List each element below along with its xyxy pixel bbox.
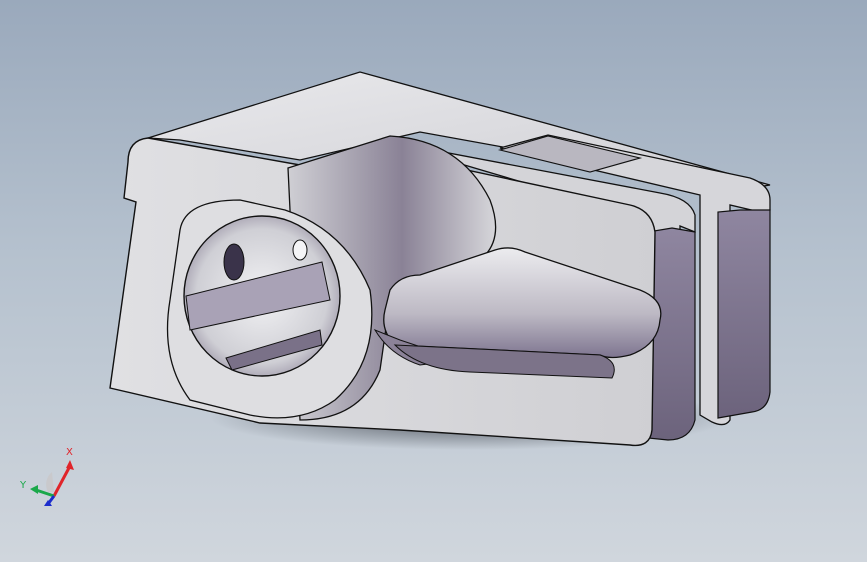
rear-fin-side <box>717 209 771 419</box>
cross-hole-left <box>223 243 245 281</box>
y-axis-arrowhead <box>30 485 38 494</box>
x-axis-arrow <box>52 465 72 497</box>
reference-triad: X Y <box>19 447 74 506</box>
cad-graphics-viewport[interactable]: X Y <box>0 0 867 562</box>
triad-sphere <box>46 472 54 492</box>
y-axis-label: Y <box>19 480 27 491</box>
3d-part-model[interactable] <box>0 0 867 562</box>
x-axis-label: X <box>66 447 73 458</box>
cross-hole-right <box>292 239 308 261</box>
